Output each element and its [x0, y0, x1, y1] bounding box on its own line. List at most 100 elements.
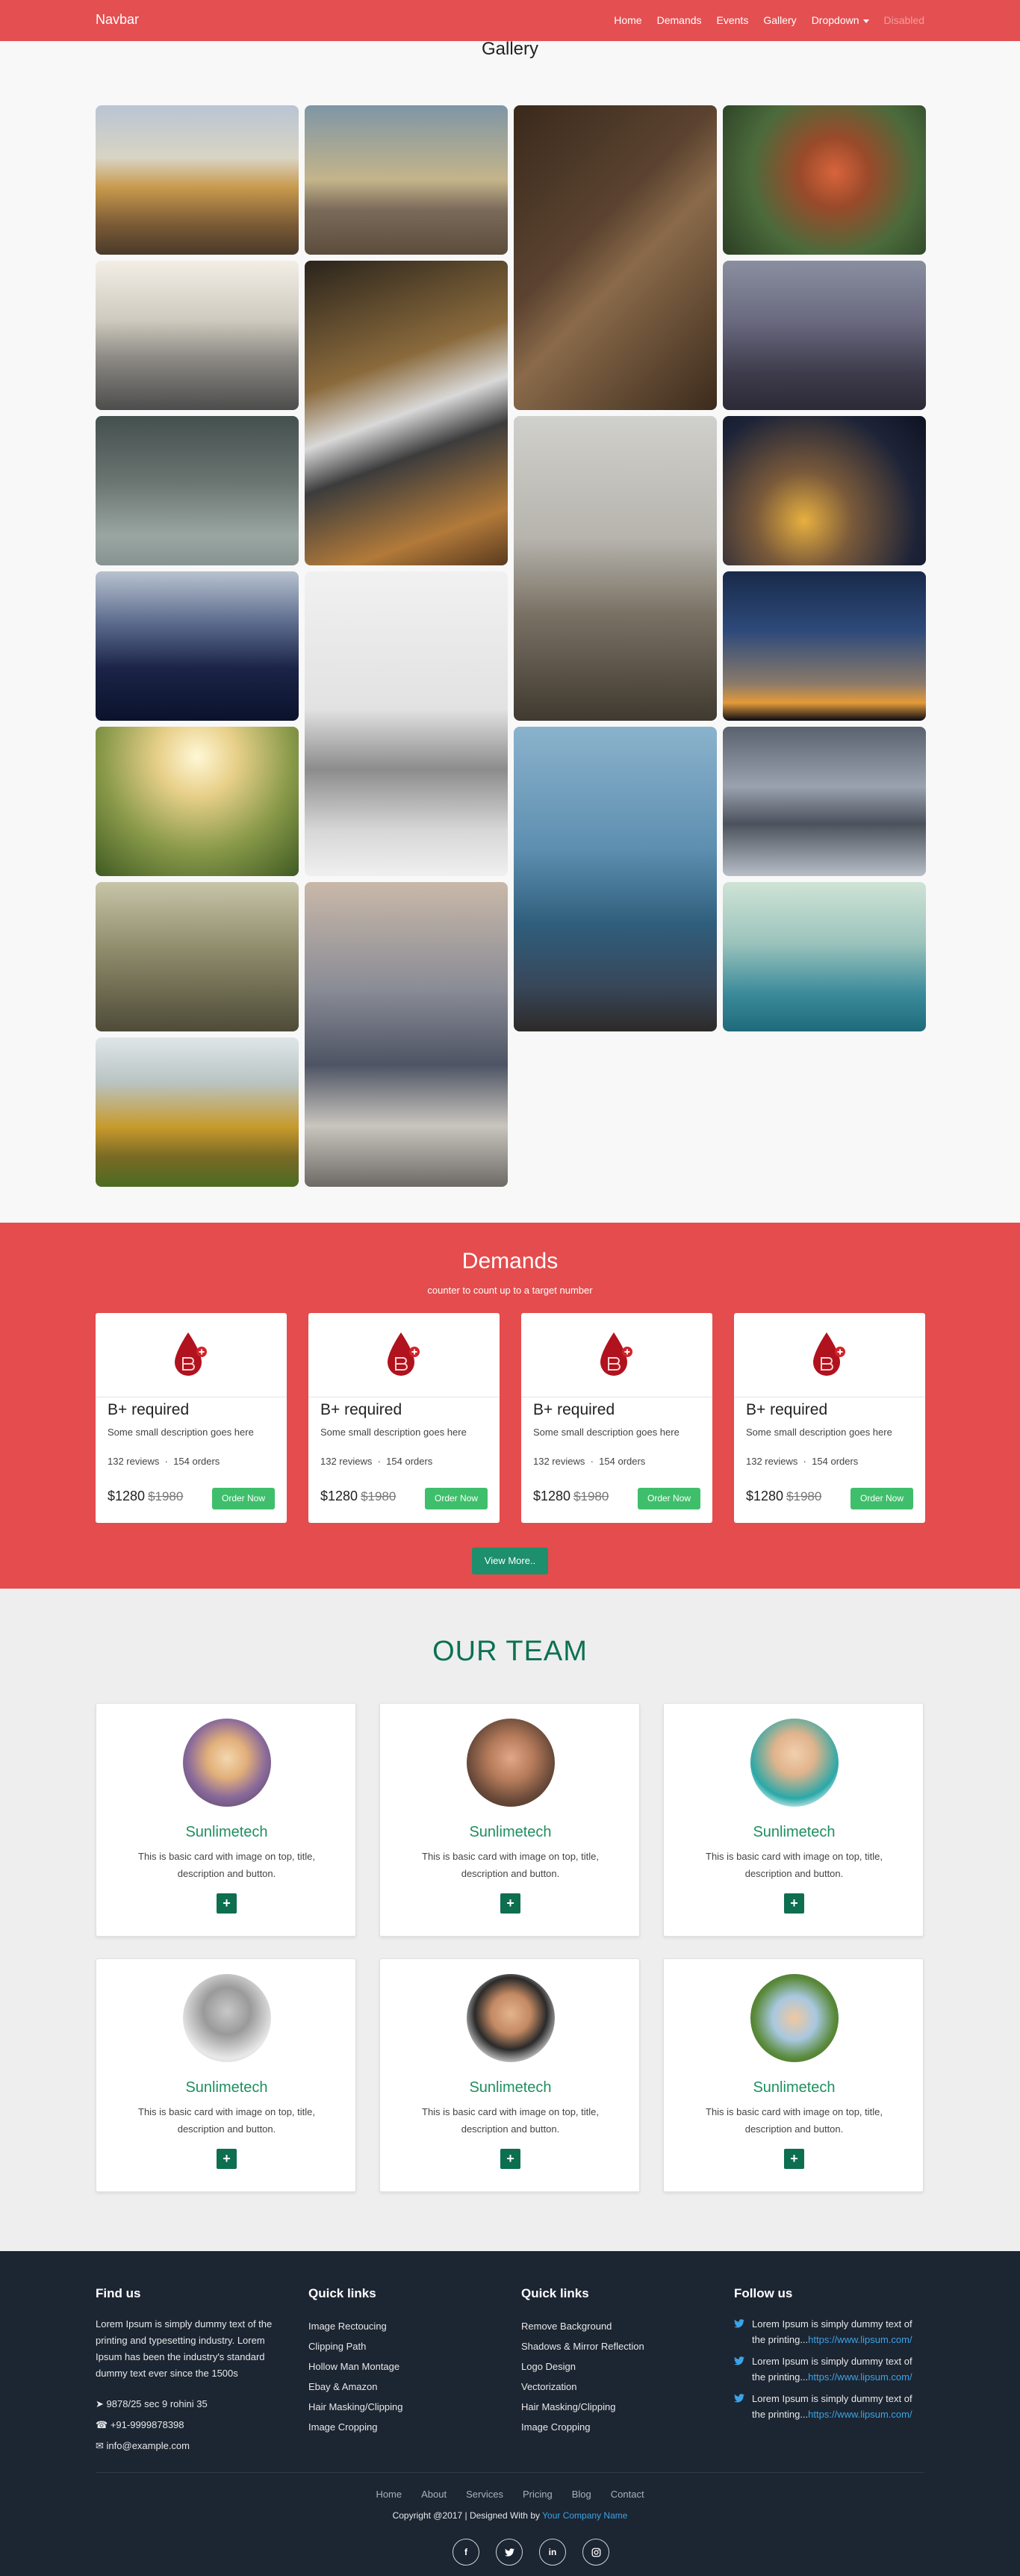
city-skyline-photo[interactable]: [96, 261, 299, 410]
footer-nav-home[interactable]: Home: [376, 2489, 402, 2500]
nav-dropdown[interactable]: Dropdown: [812, 14, 869, 26]
cable-car-photo[interactable]: [723, 882, 926, 1031]
footer-heading: Follow us: [734, 2286, 793, 2300]
footer-link[interactable]: Image Cropping: [308, 2417, 495, 2437]
add-button[interactable]: +: [500, 1893, 520, 1914]
member-name[interactable]: Sunlimetech: [664, 1824, 924, 1841]
contact-phone: ☎ +91-9999878398: [96, 2415, 282, 2436]
member-name[interactable]: Sunlimetech: [96, 1824, 357, 1841]
ocean-waves-photo[interactable]: [96, 571, 299, 721]
nav-events[interactable]: Events: [717, 14, 749, 26]
member-name[interactable]: Sunlimetech: [96, 2079, 357, 2097]
copyright-text: Copyright @2017 | Designed With by: [392, 2510, 540, 2521]
tweet-content: Lorem Ipsum is simply dummy text of the …: [752, 2391, 925, 2422]
order-now-button[interactable]: Order Now: [850, 1488, 913, 1509]
nav-demands[interactable]: Demands: [657, 14, 702, 26]
nav-gallery[interactable]: Gallery: [763, 14, 796, 26]
sea-rocks-photo[interactable]: [514, 727, 717, 1031]
order-now-button[interactable]: Order Now: [638, 1488, 700, 1509]
misty-forest-photo[interactable]: [723, 261, 926, 410]
church-dome-photo[interactable]: [514, 416, 717, 721]
view-more-button[interactable]: View More..: [472, 1548, 548, 1574]
footer-link[interactable]: Hair Masking/Clipping: [308, 2397, 495, 2417]
demands-section: Demands counter to count up to a target …: [0, 1223, 1020, 1589]
boat-bow-photo[interactable]: [96, 1037, 299, 1187]
footer-link[interactable]: Remove Background: [521, 2316, 708, 2336]
demand-card: B+ required Some small description goes …: [96, 1313, 287, 1523]
avatar: [183, 1974, 271, 2062]
sunset-shore-photo[interactable]: [305, 105, 508, 255]
footer-nav-blog[interactable]: Blog: [572, 2489, 591, 2500]
demands-subtitle: counter to count up to a target number: [427, 1285, 593, 1296]
tweet-link[interactable]: https://www.lipsum.com/: [808, 2409, 912, 2420]
footer-link[interactable]: Hollow Man Montage: [308, 2356, 495, 2377]
copyright: Copyright @2017 | Designed With by Your …: [0, 2510, 1020, 2521]
add-button[interactable]: +: [217, 1893, 237, 1914]
reviews-count: 132 reviews: [533, 1456, 585, 1467]
instagram-icon[interactable]: [582, 2539, 609, 2566]
coastal-mountains-photo[interactable]: [723, 727, 926, 876]
blood-drop-icon: [175, 1332, 207, 1376]
cloudy-sky-photo[interactable]: [96, 416, 299, 565]
nav-dropdown-label: Dropdown: [811, 14, 859, 26]
girl-in-field-photo[interactable]: [96, 727, 299, 876]
footer-nav-services[interactable]: Services: [466, 2489, 503, 2500]
add-button[interactable]: +: [784, 1893, 804, 1914]
red-tulips-photo[interactable]: [723, 105, 926, 255]
team-card: Sunlimetech This is basic card with imag…: [96, 1703, 356, 1937]
tweet-link[interactable]: https://www.lipsum.com/: [808, 2334, 912, 2345]
backpack-traveller-photo[interactable]: [305, 882, 508, 1187]
phone-icon: ☎: [96, 2419, 108, 2430]
footer-nav-pricing[interactable]: Pricing: [523, 2489, 553, 2500]
orders-count: 154 orders: [386, 1456, 433, 1467]
facebook-icon[interactable]: f: [453, 2539, 479, 2566]
order-now-button[interactable]: Order Now: [212, 1488, 275, 1509]
hiker-mountain-photo[interactable]: [96, 882, 299, 1031]
nav-disabled: Disabled: [883, 14, 924, 26]
demand-description: Some small description goes here: [746, 1427, 892, 1438]
contact-email: ✉ info@example.com: [96, 2436, 282, 2456]
tools-on-wood-photo[interactable]: [514, 105, 717, 410]
company-link[interactable]: Your Company Name: [542, 2510, 627, 2521]
twitter-icon[interactable]: [496, 2539, 523, 2566]
member-name[interactable]: Sunlimetech: [664, 2079, 924, 2097]
footer-link[interactable]: Vectorization: [521, 2377, 708, 2397]
footer-link[interactable]: Logo Design: [521, 2356, 708, 2377]
footer-link[interactable]: Hair Masking/Clipping: [521, 2397, 708, 2417]
member-name[interactable]: Sunlimetech: [380, 1824, 641, 1841]
footer-nav-about[interactable]: About: [421, 2489, 447, 2500]
footer-nav-contact[interactable]: Contact: [611, 2489, 644, 2500]
member-name[interactable]: Sunlimetech: [380, 2079, 641, 2097]
address-text: 9878/25 sec 9 rohini 35: [106, 2398, 208, 2409]
tram-street-photo[interactable]: [96, 105, 299, 255]
current-price: $1280: [108, 1489, 146, 1503]
team-card: Sunlimetech This is basic card with imag…: [663, 1958, 924, 2192]
demands-title: Demands: [461, 1249, 559, 1273]
linkedin-icon[interactable]: in: [539, 2539, 566, 2566]
order-now-button[interactable]: Order Now: [425, 1488, 488, 1509]
phone-text[interactable]: +91-9999878398: [111, 2419, 184, 2430]
footer-link[interactable]: Ebay & Amazon: [308, 2377, 495, 2397]
footer-link[interactable]: Image Cropping: [521, 2417, 708, 2437]
footer-link[interactable]: Image Rectoucing: [308, 2316, 495, 2336]
add-button[interactable]: +: [500, 2149, 520, 2169]
mountain-clouds-photo[interactable]: [305, 571, 508, 876]
reviews-count: 132 reviews: [746, 1456, 798, 1467]
envelope-icon: ✉: [96, 2440, 104, 2451]
city-lights-night-photo[interactable]: [723, 416, 926, 565]
footer-link[interactable]: Clipping Path: [308, 2336, 495, 2356]
footer-link[interactable]: Shadows & Mirror Reflection: [521, 2336, 708, 2356]
email-text[interactable]: info@example.com: [107, 2440, 190, 2451]
nav-home[interactable]: Home: [614, 14, 641, 26]
laptop-coffee-photo[interactable]: [305, 261, 508, 565]
tweet-link[interactable]: https://www.lipsum.com/: [808, 2371, 912, 2383]
navbar-brand[interactable]: Navbar: [96, 12, 139, 28]
avatar: [750, 1974, 839, 2062]
demand-description: Some small description goes here: [533, 1427, 680, 1438]
footer-quick-links-1: Quick links Image Rectoucing Clipping Pa…: [308, 2286, 495, 2437]
blood-drop-icon: [388, 1332, 420, 1376]
add-button[interactable]: +: [217, 2149, 237, 2169]
demand-title: B+ required: [108, 1401, 190, 1418]
add-button[interactable]: +: [784, 2149, 804, 2169]
silhouette-dusk-photo[interactable]: [723, 571, 926, 721]
